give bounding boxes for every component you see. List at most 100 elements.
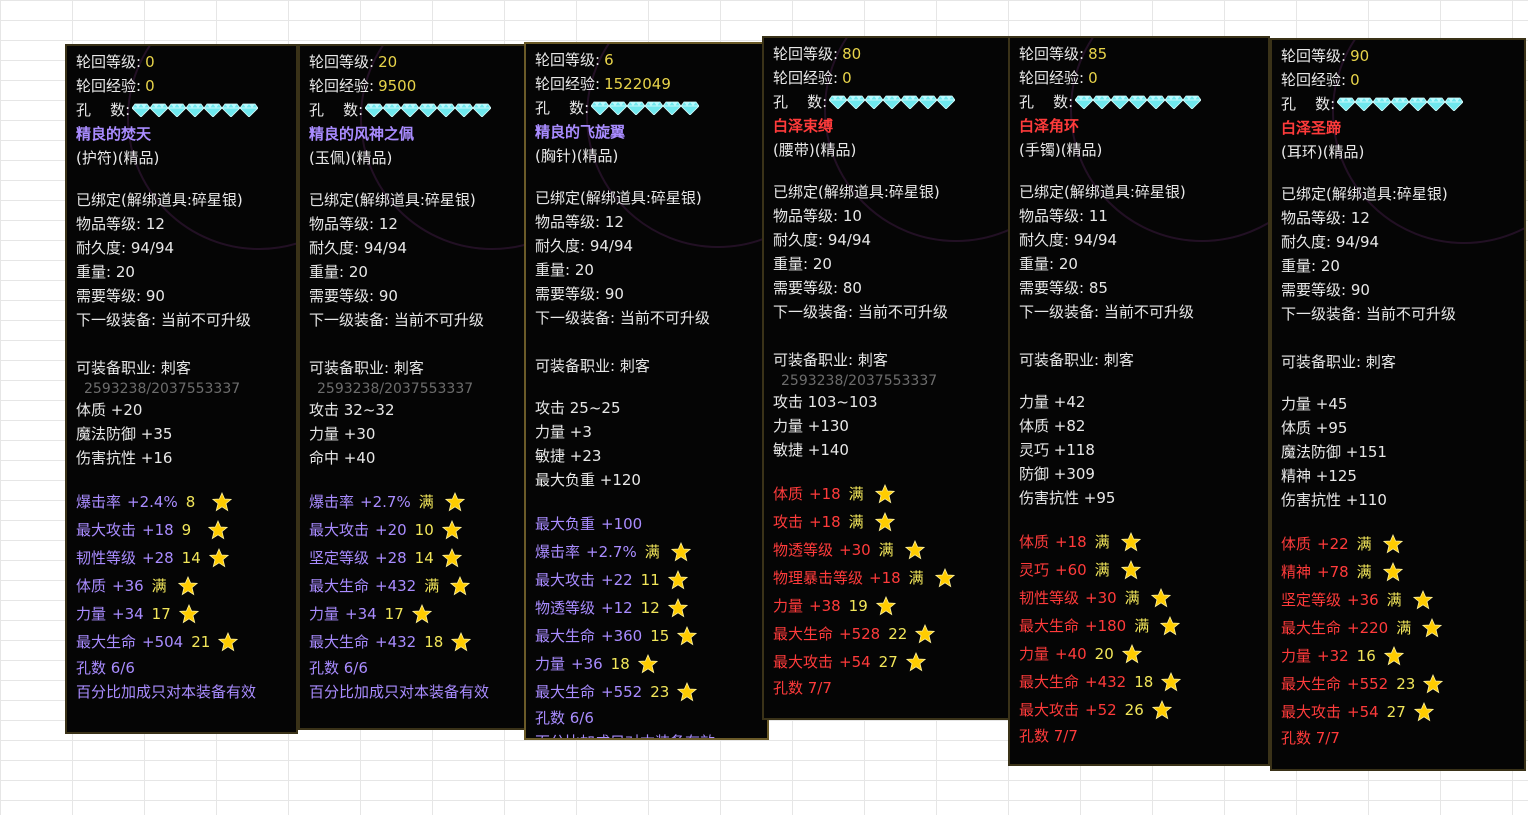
gold-star-icon: [441, 520, 462, 540]
affix-name: 灵巧: [1019, 561, 1050, 579]
socket-count: 孔数 6/6: [535, 709, 594, 727]
affix-name: 最大攻击: [1019, 701, 1080, 719]
affix-level: 17: [384, 605, 404, 623]
durability: 耐久度: 94/94: [309, 239, 408, 257]
reincarnation-level: 轮回等级: 85: [1019, 42, 1260, 66]
affix-value: +432: [375, 577, 417, 595]
affix-value: +28: [142, 549, 174, 567]
reincarnation-level: 轮回等级: 80: [773, 42, 1000, 66]
socket-row: 孔 数:: [773, 90, 1000, 114]
reincarnation-exp: 轮回经验: 0: [773, 66, 1000, 90]
reincarnation-level-label: 轮回等级:: [1019, 45, 1085, 63]
affix-name: 体质: [773, 485, 804, 503]
bonus-note: 百分比加成只对本装备有效: [76, 683, 257, 701]
socket-row: 孔 数:: [76, 98, 288, 122]
diamond-gem-icon: [663, 101, 682, 115]
affix-value: +36: [112, 577, 144, 595]
diamond-gem-icon: [132, 103, 151, 117]
affix-level: 26: [1124, 701, 1144, 719]
affix-value: +504: [142, 633, 184, 651]
affix-value: +360: [601, 627, 643, 645]
diamond-gem-icon: [937, 95, 956, 109]
affix-level: 满: [418, 493, 434, 511]
affix-level: 满: [848, 513, 864, 531]
affix-value: +36: [571, 655, 603, 673]
affix-name: 最大生命: [773, 625, 834, 643]
affix-row: 灵巧 +60 满: [1019, 556, 1260, 584]
diamond-gem-icon: [865, 95, 884, 109]
affix-name: 坚定等级: [1281, 591, 1342, 609]
item-level: 物品等级: 10: [773, 207, 862, 225]
next-equipment: 下一级装备: 当前不可升级: [309, 311, 484, 329]
affix-value: +18: [1055, 533, 1087, 551]
affix-name: 体质: [1281, 535, 1312, 553]
item-name: 精良的飞旋翼: [535, 123, 626, 141]
affix-value: +552: [601, 683, 643, 701]
affix-value: +40: [1055, 645, 1087, 663]
gold-star-icon: [1422, 618, 1443, 638]
affix-value: +54: [839, 653, 871, 671]
affix-value: +52: [1085, 701, 1117, 719]
affix-row: 最大攻击 +52 26: [1019, 696, 1260, 724]
affix-value: +78: [1317, 563, 1349, 581]
affix-row: 最大攻击 +54 27: [773, 648, 1000, 676]
next-equipment: 下一级装备: 当前不可升级: [773, 303, 948, 321]
diamond-gem-icon: [150, 103, 169, 117]
reincarnation-exp-label: 轮回经验:: [1281, 71, 1347, 89]
affix-name: 力量: [309, 605, 340, 623]
socket-label: 孔 数:: [309, 101, 364, 119]
diamond-gem-icon: [1427, 97, 1446, 111]
diamond-gem-icon: [1147, 95, 1166, 109]
reincarnation-exp-label: 轮回经验:: [535, 75, 601, 93]
affix-row: 坚定等级 +28 14: [309, 544, 516, 572]
socket-count: 孔数 6/6: [76, 659, 135, 677]
item-level: 物品等级: 12: [309, 215, 398, 233]
gold-star-icon: [1120, 560, 1141, 580]
gold-star-icon: [444, 492, 465, 512]
gold-star-icon: [1412, 590, 1433, 610]
affix-level: 19: [848, 597, 868, 615]
next-equipment: 下一级装备: 当前不可升级: [1281, 305, 1456, 323]
affix-row: 力量 +34 17: [309, 600, 516, 628]
affix-level: 14: [414, 549, 434, 567]
base-stat: 敏捷 +23: [535, 447, 602, 465]
background-exp-text: 2593238/2037553337: [84, 381, 241, 397]
affix-value: +22: [601, 571, 633, 589]
affix-row: 最大攻击 +20 10: [309, 516, 516, 544]
affix-level: 满: [1356, 563, 1372, 581]
reincarnation-level-value: 20: [378, 53, 398, 71]
affix-value: +34: [112, 605, 144, 623]
gem-list: [1337, 97, 1464, 111]
base-stat: 敏捷 +140: [773, 441, 849, 459]
base-stat: 攻击 103~103: [773, 393, 878, 411]
affix-row: 体质 +18 满: [1019, 528, 1260, 556]
reincarnation-exp: 轮回经验: 0: [1281, 68, 1516, 92]
reincarnation-level: 轮回等级: 0: [76, 50, 288, 74]
diamond-gem-icon: [1165, 95, 1184, 109]
affix-level: 满: [848, 485, 864, 503]
affix-level: 满: [1134, 617, 1150, 635]
affix-row: 爆击率 +2.4% 8: [76, 488, 288, 516]
base-stat: 魔法防御 +35: [76, 425, 173, 443]
gold-star-icon: [441, 548, 462, 568]
affix-value: +12: [601, 599, 633, 617]
reincarnation-level-label: 轮回等级:: [1281, 47, 1347, 65]
equip-class: 可装备职业: 刺客: [535, 357, 650, 375]
affix-name: 力量: [76, 605, 107, 623]
gold-star-icon: [1120, 532, 1141, 552]
item-tooltip-4: 轮回等级: 80 轮回经验: 0 孔 数: 白泽束缚 (腰带)(精品) 已绑定(解绑道具:碎星…: [762, 36, 1010, 720]
affix-name: 最大攻击: [309, 521, 370, 539]
base-stat: 力量 +3: [535, 423, 592, 441]
bonus-note: 百分比加成只对本装备有效: [309, 683, 490, 701]
affix-name: 体质: [1019, 533, 1050, 551]
gold-star-icon: [875, 596, 896, 616]
diamond-gem-icon: [829, 95, 848, 109]
diamond-gem-icon: [1445, 97, 1464, 111]
affix-row: 最大生命 +504 21: [76, 628, 288, 656]
gold-star-icon: [177, 576, 198, 596]
reincarnation-level-value: 6: [604, 51, 614, 69]
affix-level: 满: [644, 543, 660, 561]
diamond-gem-icon: [186, 103, 205, 117]
weight: 重量: 20: [309, 263, 368, 281]
gold-star-icon: [677, 626, 698, 646]
